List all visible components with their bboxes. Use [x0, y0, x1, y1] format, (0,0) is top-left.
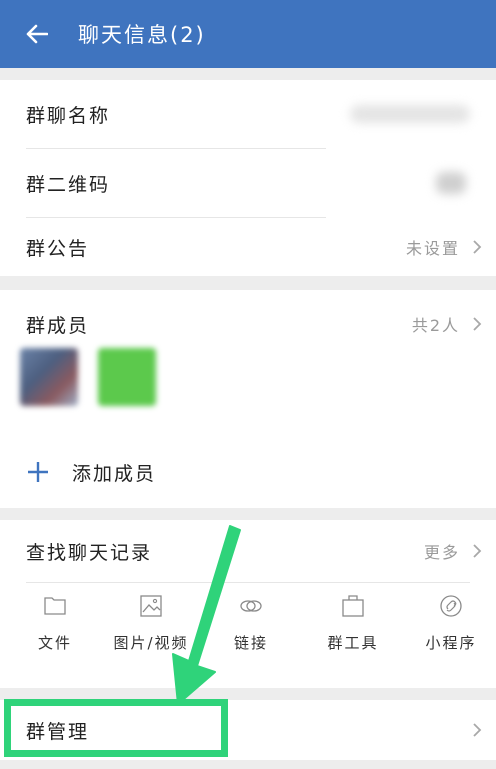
page-title: 聊天信息(2): [78, 23, 206, 47]
add-member-button[interactable]: 添加成员: [0, 446, 496, 498]
more-label: 更多: [423, 543, 460, 562]
group-name-label: 群聊名称: [26, 104, 111, 127]
divider: [26, 582, 470, 583]
mini-program-icon: [440, 595, 462, 617]
search-history-row[interactable]: 查找聊天记录 更多: [0, 520, 496, 582]
tool-mini-program[interactable]: 小程序: [406, 594, 496, 653]
chevron-right-icon: [473, 723, 482, 737]
group-notice-value: 未设置: [405, 239, 460, 258]
tool-shortcuts: 文件 图片/视频 链接 群工具 小程序: [0, 584, 496, 670]
member-avatar[interactable]: [20, 348, 78, 406]
annotation-highlight-box: [4, 699, 228, 757]
tool-label: 链接: [233, 634, 268, 652]
group-qr-row[interactable]: 群二维码: [0, 149, 496, 217]
member-avatar[interactable]: [98, 348, 156, 406]
tool-image-video[interactable]: 图片/视频: [106, 594, 196, 653]
top-bar: 聊天信息(2): [0, 0, 496, 68]
chevron-right-icon: [473, 317, 482, 331]
tool-label: 群工具: [327, 634, 379, 652]
chevron-right-icon: [473, 544, 482, 558]
chevron-right-icon: [473, 240, 482, 254]
group-info-section: 群聊名称 群二维码 群公告 未设置: [0, 80, 496, 276]
search-history-label: 查找聊天记录: [26, 541, 153, 564]
group-name-row[interactable]: 群聊名称: [0, 80, 496, 148]
tool-label: 小程序: [425, 634, 477, 652]
group-qr-label: 群二维码: [26, 173, 111, 196]
tool-group-tools[interactable]: 群工具: [308, 594, 398, 653]
tool-file[interactable]: 文件: [10, 594, 100, 653]
qr-code-icon: [436, 172, 466, 194]
group-notice-row[interactable]: 群公告 未设置: [0, 218, 496, 276]
members-label: 群成员: [26, 314, 90, 337]
history-section: 查找聊天记录 更多 文件 图片/视频 链接 群工具 小程序: [0, 520, 496, 688]
tool-link[interactable]: 链接: [206, 594, 296, 653]
members-count: 共2人: [411, 316, 460, 335]
group-notice-label: 群公告: [26, 237, 90, 260]
tool-label: 图片/视频: [113, 634, 189, 652]
plus-icon: [28, 462, 48, 482]
back-arrow-icon[interactable]: [24, 21, 50, 47]
members-section: 群成员 共2人 添加成员: [0, 290, 496, 508]
group-name-value: [350, 105, 470, 123]
briefcase-icon: [342, 595, 364, 617]
link-icon: [240, 600, 262, 612]
add-member-label: 添加成员: [72, 462, 157, 485]
members-row[interactable]: 群成员 共2人: [0, 302, 496, 346]
folder-icon: [44, 597, 66, 615]
image-icon: [140, 595, 162, 617]
tool-label: 文件: [37, 634, 72, 652]
